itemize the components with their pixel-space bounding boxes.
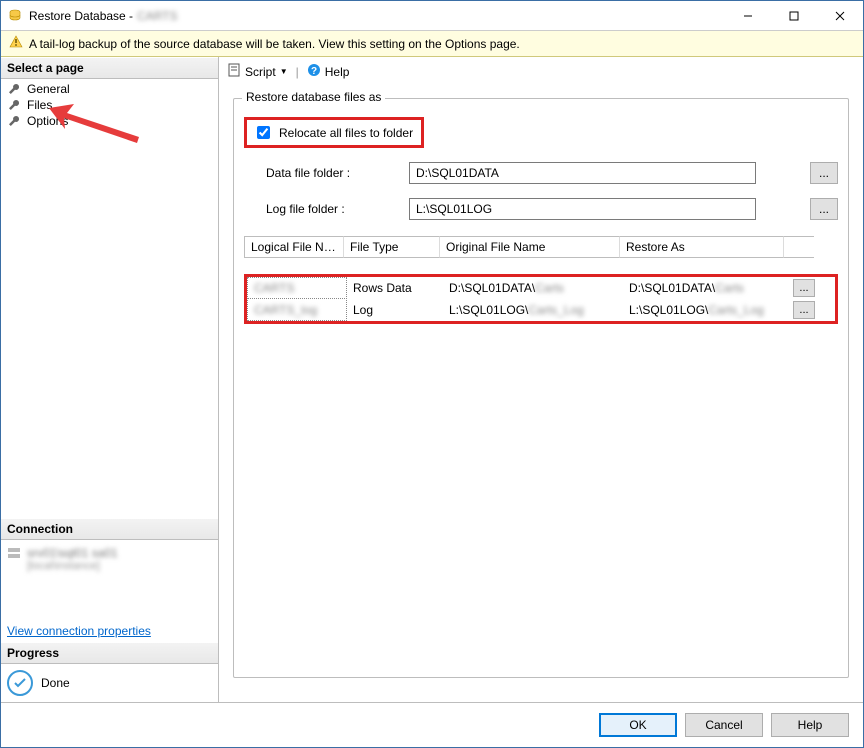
file-table-callout: CARTS Rows Data D:\SQL01DATA\Carts D:\SQ… — [244, 274, 838, 324]
log-folder-label: Log file folder : — [244, 202, 399, 216]
warning-text: A tail-log backup of the source database… — [29, 37, 520, 51]
content-area: Restore database files as Relocate all f… — [219, 86, 863, 702]
restore-database-window: Restore Database - CARTS A tail-log back… — [0, 0, 864, 748]
table-row[interactable]: CARTS Rows Data D:\SQL01DATA\Carts D:\SQ… — [247, 277, 835, 299]
warning-bar: A tail-log backup of the source database… — [1, 31, 863, 57]
maximize-button[interactable] — [771, 1, 817, 31]
cell-logical: CARTS — [254, 281, 294, 295]
row-browse-button[interactable]: ... — [793, 279, 815, 297]
wrench-icon — [7, 98, 21, 112]
relocate-checkbox[interactable] — [257, 126, 270, 139]
page-item-label: Files — [27, 98, 52, 112]
cell-logical: CARTS_log — [254, 303, 317, 317]
progress-done-icon — [7, 670, 33, 696]
group-legend: Restore database files as — [242, 90, 385, 104]
page-list: General Files Options — [1, 79, 218, 131]
window-title-dbname: CARTS — [137, 9, 177, 23]
page-item-files[interactable]: Files — [1, 97, 218, 113]
data-folder-row: Data file folder : ... — [244, 162, 838, 184]
connection-detail: [local\instance] — [27, 560, 118, 572]
left-pane: Select a page General Files — [1, 57, 219, 702]
cell-original-prefix: D:\SQL01DATA\ — [449, 281, 535, 295]
th-original[interactable]: Original File Name — [440, 236, 620, 258]
table-row[interactable]: CARTS_log Log L:\SQL01LOG\Carts_Log L:\S… — [247, 299, 835, 321]
cancel-button[interactable]: Cancel — [685, 713, 763, 737]
dialog-footer: OK Cancel Help — [1, 702, 863, 747]
help-button-footer[interactable]: Help — [771, 713, 849, 737]
relocate-callout: Relocate all files to folder — [244, 117, 424, 148]
data-folder-input[interactable] — [409, 162, 756, 184]
ok-button[interactable]: OK — [599, 713, 677, 737]
th-logical[interactable]: Logical File Name — [244, 236, 344, 258]
progress-header: Progress — [1, 642, 218, 664]
toolbar: Script ▼ | ? Help — [219, 57, 863, 86]
th-type[interactable]: File Type — [344, 236, 440, 258]
app-icon — [7, 8, 23, 24]
window-title: Restore Database - — [29, 9, 133, 23]
script-button[interactable]: Script — [245, 65, 276, 79]
right-pane: Script ▼ | ? Help Restore database files… — [219, 57, 863, 702]
help-icon: ? — [307, 63, 321, 80]
log-folder-browse-button[interactable]: ... — [810, 198, 838, 220]
cell-restore-prefix: L:\SQL01LOG\ — [629, 303, 708, 317]
connection-server: srv01\sql01 sa01 — [27, 546, 118, 560]
cell-original-prefix: L:\SQL01LOG\ — [449, 303, 528, 317]
data-folder-label: Data file folder : — [244, 166, 399, 180]
minimize-button[interactable] — [725, 1, 771, 31]
page-item-label: General — [27, 82, 70, 96]
connection-header: Connection — [1, 518, 218, 540]
page-item-label: Options — [27, 114, 68, 128]
cell-type: Rows Data — [347, 278, 443, 298]
dialog-body: Select a page General Files — [1, 57, 863, 702]
progress-status: Done — [41, 676, 70, 690]
progress-body: Done — [1, 664, 218, 702]
cell-restore-prefix: D:\SQL01DATA\ — [629, 281, 715, 295]
page-item-general[interactable]: General — [1, 81, 218, 97]
file-table-header: Logical File Name File Type Original Fil… — [244, 236, 838, 258]
titlebar: Restore Database - CARTS — [1, 1, 863, 31]
select-page-header: Select a page — [1, 57, 218, 79]
wrench-icon — [7, 82, 21, 96]
svg-text:?: ? — [311, 66, 317, 77]
th-restore[interactable]: Restore As — [620, 236, 784, 258]
view-connection-properties-link[interactable]: View connection properties — [1, 620, 218, 642]
help-button[interactable]: Help — [325, 65, 350, 79]
server-icon — [7, 546, 21, 563]
script-icon — [227, 63, 241, 80]
cell-type: Log — [347, 300, 443, 320]
warning-icon — [9, 35, 23, 52]
row-browse-button[interactable]: ... — [793, 301, 815, 319]
relocate-checkbox-row[interactable]: Relocate all files to folder — [249, 121, 417, 144]
connection-body: srv01\sql01 sa01 [local\instance] — [1, 540, 218, 620]
wrench-icon — [7, 114, 21, 128]
log-folder-input[interactable] — [409, 198, 756, 220]
relocate-label: Relocate all files to folder — [279, 126, 413, 140]
script-dropdown-icon[interactable]: ▼ — [280, 67, 288, 76]
close-button[interactable] — [817, 1, 863, 31]
log-folder-row: Log file folder : ... — [244, 198, 838, 220]
data-folder-browse-button[interactable]: ... — [810, 162, 838, 184]
restore-files-group: Restore database files as Relocate all f… — [233, 98, 849, 678]
page-item-options[interactable]: Options — [1, 113, 218, 129]
